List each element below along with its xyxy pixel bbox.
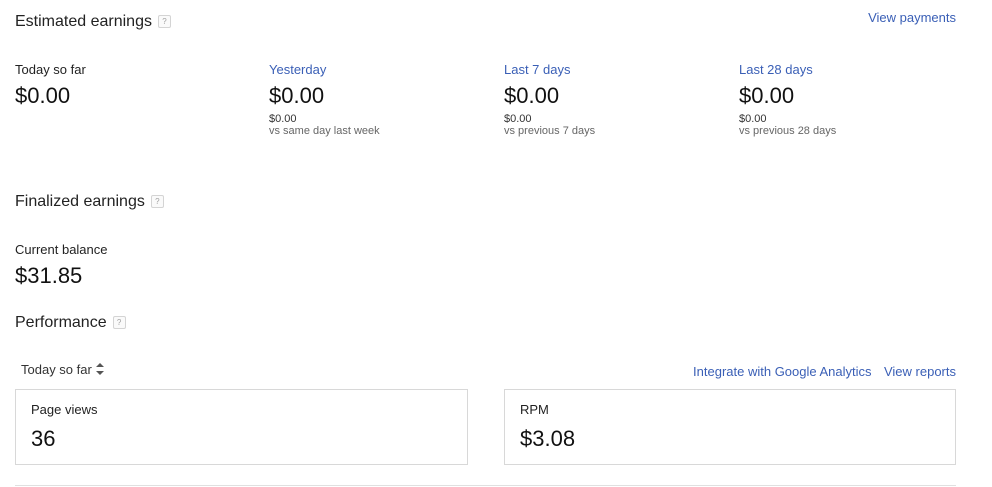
previous-value-last-7-days: $0.00	[504, 113, 532, 125]
previous-value-last-28-days: $0.00	[739, 113, 767, 125]
performance-heading: Performance?	[15, 314, 126, 332]
help-icon[interactable]: ?	[157, 15, 171, 28]
rpm-card: RPM $3.08	[504, 389, 956, 465]
period-label-today: Today so far	[15, 62, 86, 77]
period-link-last-28-days[interactable]: Last 28 days	[739, 62, 836, 77]
rpm-value: $3.08	[520, 426, 576, 451]
today-so-far-summary: Today so far $0.00	[15, 62, 86, 109]
range-selector-label: Today so far	[21, 362, 92, 377]
estimated-earnings-heading: Estimated earnings?	[15, 13, 171, 31]
performance-title: Performance	[15, 314, 107, 331]
period-link-last-7-days[interactable]: Last 7 days	[504, 62, 595, 77]
earnings-value-last-7-days: $0.00	[504, 83, 560, 108]
earnings-value-last-28-days: $0.00	[739, 83, 795, 108]
estimated-earnings-title: Estimated earnings	[15, 13, 152, 30]
section-divider	[15, 485, 956, 486]
current-balance-label: Current balance	[15, 242, 108, 257]
earnings-value-today: $0.00	[15, 83, 71, 108]
compare-label-last-28-days: vs previous 28 days	[739, 125, 837, 137]
view-reports-link[interactable]: View reports	[884, 364, 956, 379]
previous-value-yesterday: $0.00	[269, 113, 297, 125]
yesterday-summary: Yesterday $0.00 $0.00 vs same day last w…	[269, 62, 380, 137]
current-balance-summary: Current balance $31.85	[15, 242, 108, 289]
compare-label-yesterday: vs same day last week	[269, 125, 380, 137]
last-28-days-summary: Last 28 days $0.00 $0.00 vs previous 28 …	[739, 62, 836, 137]
integrate-analytics-link[interactable]: Integrate with Google Analytics	[693, 364, 872, 379]
view-payments-link[interactable]: View payments	[868, 10, 956, 25]
sort-arrows-icon	[95, 363, 104, 375]
help-icon[interactable]: ?	[150, 195, 164, 208]
finalized-earnings-heading: Finalized earnings?	[15, 193, 164, 211]
current-balance-value: $31.85	[15, 263, 83, 288]
page-views-label: Page views	[31, 402, 98, 417]
period-link-yesterday[interactable]: Yesterday	[269, 62, 380, 77]
finalized-earnings-title: Finalized earnings	[15, 193, 145, 210]
range-selector-dropdown[interactable]: Today so far	[21, 362, 104, 377]
help-icon[interactable]: ?	[112, 316, 126, 329]
compare-label-last-7-days: vs previous 7 days	[504, 125, 596, 137]
page-views-card: Page views 36	[15, 389, 468, 465]
performance-links: Integrate with Google Analytics View rep…	[693, 363, 956, 381]
page-views-value: 36	[31, 426, 56, 451]
earnings-value-yesterday: $0.00	[269, 83, 325, 108]
last-7-days-summary: Last 7 days $0.00 $0.00 vs previous 7 da…	[504, 62, 595, 137]
rpm-label: RPM	[520, 402, 549, 417]
